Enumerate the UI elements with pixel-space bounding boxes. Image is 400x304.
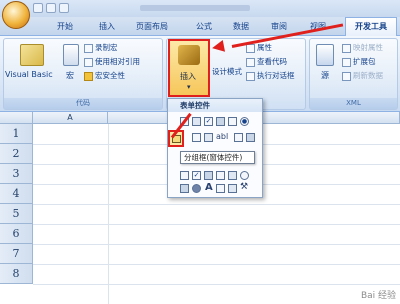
gridline <box>33 224 400 225</box>
save-icon[interactable] <box>33 3 43 13</box>
insert-control-button[interactable]: 插入 ▾ <box>168 39 210 97</box>
form-controls-header: 表单控件 <box>168 99 262 112</box>
select-all-corner[interactable] <box>0 112 33 124</box>
spin-button-icon[interactable] <box>216 117 225 126</box>
source-icon <box>316 44 334 66</box>
view-code-button[interactable]: 查看代码 <box>246 56 287 68</box>
chevron-down-icon: ▾ <box>187 83 191 91</box>
record-icon <box>84 43 93 53</box>
record-macro-button[interactable]: 录制宏 <box>84 42 118 54</box>
edit-box-icon[interactable] <box>234 133 243 142</box>
list-box-icon[interactable] <box>228 117 237 126</box>
combo-box-icon[interactable] <box>192 117 201 126</box>
tab-home[interactable]: 开始 <box>54 19 76 34</box>
row-header[interactable]: 6 <box>0 224 33 244</box>
row-header[interactable]: 8 <box>0 264 33 284</box>
label-control-icon[interactable] <box>192 133 201 142</box>
tab-insert[interactable]: 插入 <box>96 19 118 34</box>
code-icon <box>246 57 255 67</box>
gridline <box>33 244 400 245</box>
gridline <box>33 264 400 265</box>
activex-button-icon[interactable] <box>180 171 189 180</box>
office-button-icon[interactable] <box>2 1 30 29</box>
activex-scroll-icon[interactable] <box>180 184 189 193</box>
macro-button[interactable]: 宏 <box>66 70 74 81</box>
package-icon <box>342 57 351 67</box>
insert-label: 插入 <box>180 72 196 81</box>
code-group-label: 代码 <box>4 98 162 109</box>
undo-icon[interactable] <box>46 3 56 13</box>
refresh-data-button[interactable]: 刷新数据 <box>342 70 383 82</box>
option-button-icon[interactable]: ● <box>240 117 249 126</box>
form-controls-dropdown: 表单控件 ✓ ● abl ✓ A ⚒ <box>167 98 263 198</box>
dialog-control-icon[interactable] <box>246 133 255 142</box>
activex-list-icon[interactable] <box>216 171 225 180</box>
row-header[interactable]: 5 <box>0 204 33 224</box>
gridline <box>33 284 400 285</box>
dialog-icon <box>246 71 255 81</box>
gridline <box>33 204 400 205</box>
scroll-bar-icon[interactable] <box>204 133 213 142</box>
xml-group-label: XML <box>310 98 397 109</box>
watermark: Bai 经验 <box>360 291 396 301</box>
gridline <box>108 124 109 304</box>
row-header[interactable]: 7 <box>0 244 33 264</box>
tab-data[interactable]: 数据 <box>230 19 252 34</box>
redo-icon[interactable] <box>59 3 69 13</box>
design-mode-button[interactable]: 设计模式 <box>212 66 242 77</box>
activex-image-icon[interactable] <box>216 184 225 193</box>
column-header-a[interactable]: A <box>33 112 108 124</box>
tab-formulas[interactable]: 公式 <box>193 19 215 34</box>
row-header[interactable]: 2 <box>0 144 33 164</box>
activex-toggle-icon[interactable] <box>192 184 201 193</box>
row-header[interactable]: 4 <box>0 184 33 204</box>
row-header[interactable]: 1 <box>0 124 33 144</box>
refresh-icon <box>342 71 351 81</box>
table-icon <box>84 57 93 67</box>
activex-textbox-icon[interactable] <box>228 184 237 193</box>
macro-security-button[interactable]: 宏安全性 <box>84 70 125 82</box>
map-properties-button[interactable]: 映射属性 <box>342 42 383 54</box>
visual-basic-icon <box>20 44 44 66</box>
activex-option-icon[interactable] <box>240 171 249 180</box>
relative-ref-button[interactable]: 使用相对引用 <box>84 56 140 68</box>
run-dialog-button[interactable]: 执行对话框 <box>246 70 295 82</box>
expansion-pack-button[interactable]: 扩展包 <box>342 56 376 68</box>
activex-label-icon[interactable]: A <box>205 182 213 193</box>
tools-icon <box>178 45 200 65</box>
more-controls-icon[interactable]: ⚒ <box>240 182 248 192</box>
macro-icon <box>63 44 79 66</box>
tooltip: 分组框(窗体控件) <box>180 151 255 164</box>
map-icon <box>342 43 351 53</box>
tab-developer[interactable]: 开发工具 <box>345 17 397 36</box>
checkbox-icon[interactable]: ✓ <box>204 117 213 126</box>
warning-icon <box>84 71 93 81</box>
arrowhead-icon <box>210 39 226 55</box>
tab-review[interactable]: 审阅 <box>268 19 290 34</box>
activex-checkbox-icon[interactable]: ✓ <box>192 171 201 180</box>
window-title <box>140 5 250 11</box>
visual-basic-button[interactable]: Visual Basic <box>5 70 53 79</box>
activex-combo-icon[interactable] <box>204 171 213 180</box>
activex-spin-icon[interactable] <box>228 171 237 180</box>
row-header[interactable]: 3 <box>0 164 33 184</box>
text-label-icon[interactable]: abl <box>216 132 228 141</box>
tab-page-layout[interactable]: 页面布局 <box>133 19 171 34</box>
source-button[interactable]: 源 <box>321 70 329 81</box>
